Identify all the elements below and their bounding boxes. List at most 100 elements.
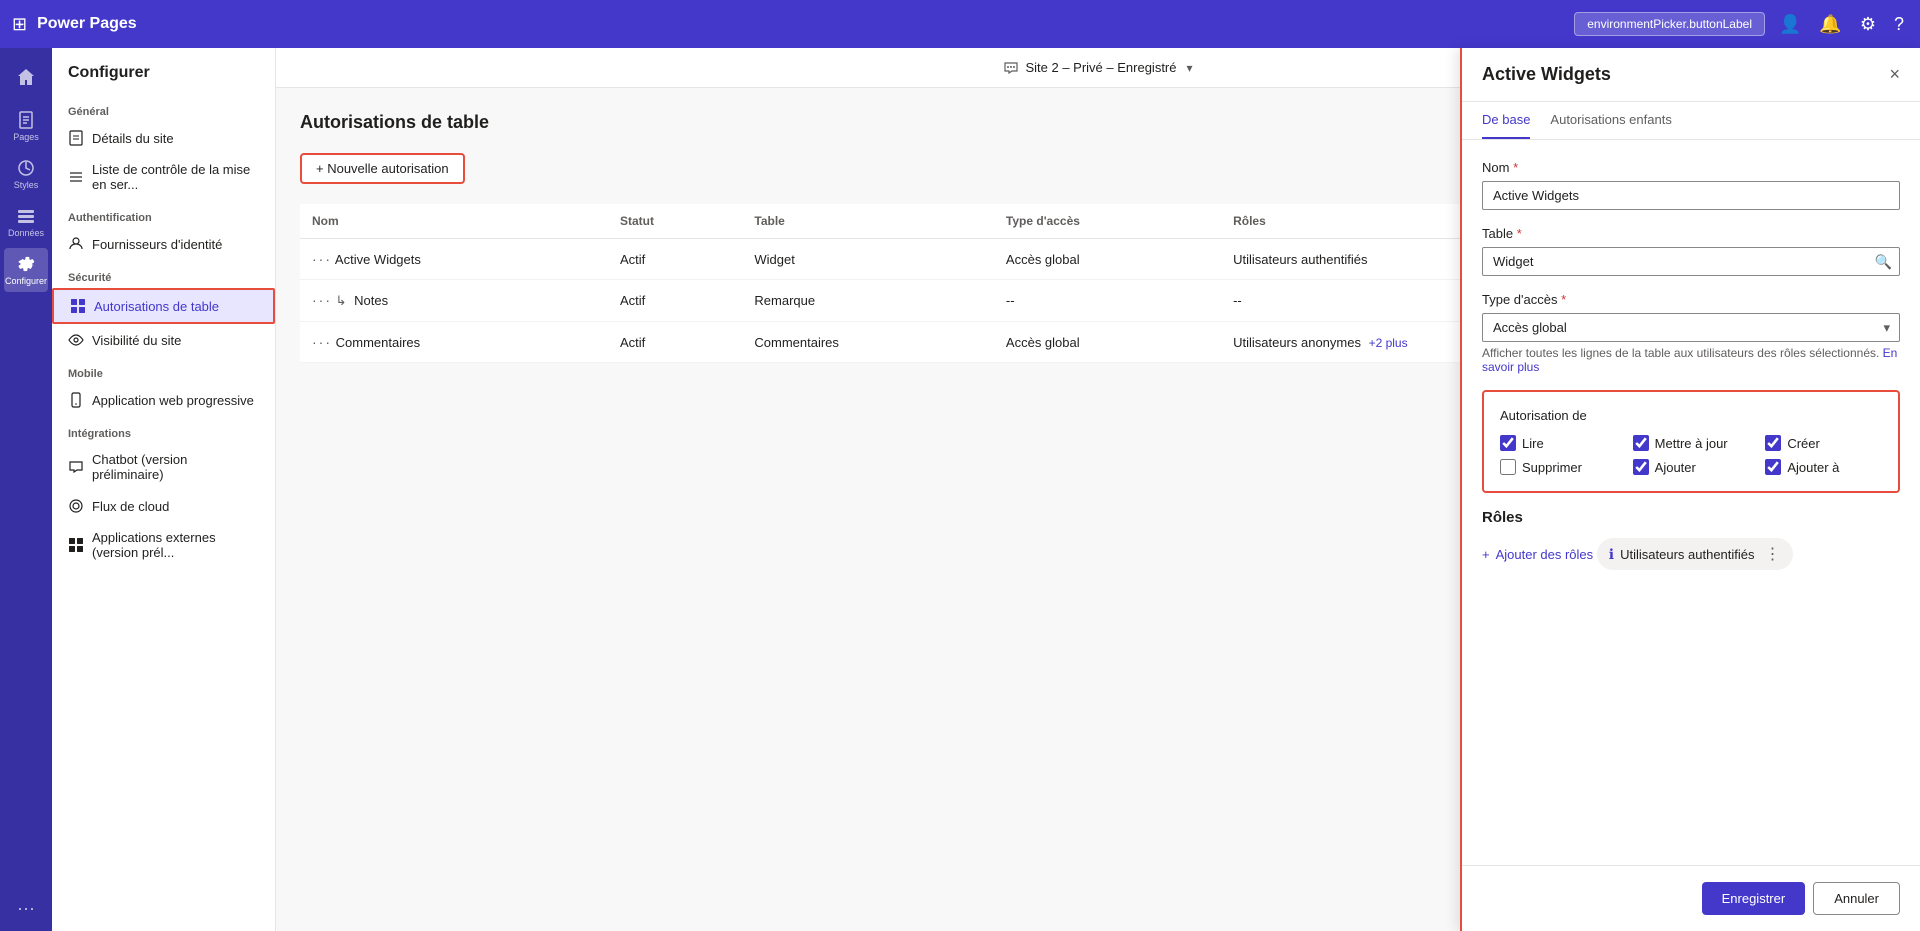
required-star: *	[1513, 160, 1518, 175]
panel-title: Active Widgets	[1482, 64, 1611, 85]
sidebar-item-details[interactable]: Détails du site	[52, 122, 275, 154]
autorisation-section: Autorisation de Lire Mettre à jour Créer…	[1482, 390, 1900, 493]
roles-title: Rôles	[1482, 509, 1900, 526]
panel-header: Active Widgets ×	[1462, 48, 1920, 102]
field-nom: Nom *	[1482, 160, 1900, 210]
role-info-icon: ℹ	[1609, 546, 1614, 563]
nav-pages[interactable]: Pages	[4, 104, 48, 148]
row-type-acces: Accès global	[994, 239, 1221, 280]
ajouter-checkbox[interactable]	[1633, 459, 1649, 475]
col-table: Table	[742, 204, 994, 239]
roles-more[interactable]: +2 plus	[1369, 336, 1408, 350]
help-icon[interactable]: ?	[1890, 10, 1908, 39]
en-savoir-plus-link[interactable]: En savoir plus	[1482, 346, 1897, 374]
bell-icon[interactable]: 🔔	[1815, 10, 1845, 39]
sidebar-item-visibilite[interactable]: Visibilité du site	[52, 324, 275, 356]
sidebar-item-label: Détails du site	[92, 131, 174, 146]
sidebar-item-label: Autorisations de table	[94, 299, 219, 314]
plus-icon: +	[1482, 547, 1490, 562]
field-table-label: Table *	[1482, 226, 1900, 241]
save-button[interactable]: Enregistrer	[1702, 882, 1806, 915]
sidebar-item-flux[interactable]: Flux de cloud	[52, 490, 275, 522]
add-role-button[interactable]: + Ajouter des rôles	[1482, 547, 1593, 562]
sidebar-item-chatbot[interactable]: Chatbot (version préliminaire)	[52, 444, 275, 490]
sidebar-item-label: Visibilité du site	[92, 333, 181, 348]
apps-icon[interactable]: ⊞	[12, 14, 27, 35]
row-more[interactable]: ···	[312, 292, 332, 308]
table-input[interactable]	[1482, 247, 1900, 276]
row-more[interactable]: ···	[312, 251, 332, 267]
sidebar-item-external[interactable]: Applications externes (version prél...	[52, 522, 275, 568]
col-nom: Nom	[300, 204, 608, 239]
panel-body: Nom * Table * 🔍 Type d'accès * Accès glo…	[1462, 140, 1920, 865]
nom-input[interactable]	[1482, 181, 1900, 210]
row-nom: ··· Active Widgets	[300, 239, 608, 280]
sidebar-item-label: Applications externes (version prél...	[92, 530, 259, 560]
row-nom: ··· ↳ Notes	[300, 280, 608, 322]
mettre-a-jour-checkbox[interactable]	[1633, 435, 1649, 451]
new-authorization-button[interactable]: + Nouvelle autorisation	[300, 153, 465, 184]
ajouter-a-checkbox[interactable]	[1765, 459, 1781, 475]
checkbox-lire: Lire	[1500, 435, 1617, 451]
cancel-button[interactable]: Annuler	[1813, 882, 1900, 915]
sidebar-item-liste[interactable]: Liste de contrôle de la mise en ser...	[52, 154, 275, 200]
section-auth: Authentification	[52, 200, 275, 228]
creer-label: Créer	[1787, 436, 1820, 451]
person-icon[interactable]: 👤	[1775, 10, 1805, 39]
field-table: Table * 🔍	[1482, 226, 1900, 276]
row-type-acces: --	[994, 280, 1221, 322]
creer-checkbox[interactable]	[1765, 435, 1781, 451]
nav-styles[interactable]: Styles	[4, 152, 48, 196]
sidebar-item-label: Chatbot (version préliminaire)	[92, 452, 259, 482]
row-more[interactable]: ···	[312, 334, 332, 350]
section-securite: Sécurité	[52, 260, 275, 288]
type-acces-hint: Afficher toutes les lignes de la table a…	[1482, 346, 1900, 374]
sidebar-item-fournisseurs[interactable]: Fournisseurs d'identité	[52, 228, 275, 260]
row-nom: ··· Commentaires	[300, 322, 608, 363]
site-label: Site 2 – Privé – Enregistré	[1025, 60, 1176, 75]
checkbox-creer: Créer	[1765, 435, 1882, 451]
checkbox-grid: Lire Mettre à jour Créer Supprimer Ajout…	[1500, 435, 1882, 475]
supprimer-checkbox[interactable]	[1500, 459, 1516, 475]
sidebar-item-label: Fournisseurs d'identité	[92, 237, 222, 252]
sidebar-item-label: Flux de cloud	[92, 499, 169, 514]
checkbox-ajouter: Ajouter	[1633, 459, 1750, 475]
supprimer-label: Supprimer	[1522, 460, 1582, 475]
panel-tabs: De base Autorisations enfants	[1462, 102, 1920, 140]
settings-icon[interactable]: ⚙	[1856, 10, 1880, 39]
site-dropdown[interactable]: ▾	[1187, 61, 1193, 75]
lire-checkbox[interactable]	[1500, 435, 1516, 451]
sidebar-item-autorisations[interactable]: Autorisations de table	[52, 288, 275, 324]
panel-footer: Enregistrer Annuler	[1462, 865, 1920, 931]
type-acces-wrapper: Accès global	[1482, 313, 1900, 342]
nav-more[interactable]: ···	[17, 898, 35, 919]
section-mobile: Mobile	[52, 356, 275, 384]
mettre-a-jour-label: Mettre à jour	[1655, 436, 1728, 451]
role-label: Utilisateurs authentifiés	[1620, 547, 1754, 562]
nav-configurer[interactable]: Configurer	[4, 248, 48, 292]
sidebar-item-pwa[interactable]: Application web progressive	[52, 384, 275, 416]
panel-close-button[interactable]: ×	[1889, 64, 1900, 85]
checkbox-ajouter-a: Ajouter à	[1765, 459, 1882, 475]
role-more-button[interactable]: ⋮	[1765, 544, 1781, 564]
autorisation-title: Autorisation de	[1500, 408, 1882, 423]
nav-donnees[interactable]: Données	[4, 200, 48, 244]
required-star: *	[1517, 226, 1522, 241]
add-role-label: Ajouter des rôles	[1496, 547, 1594, 562]
icon-nav: Pages Styles Données Configurer ···	[0, 48, 52, 931]
tab-de-base[interactable]: De base	[1482, 102, 1530, 139]
environment-picker[interactable]: environmentPicker.buttonLabel	[1574, 12, 1765, 36]
tab-autorisations-enfants[interactable]: Autorisations enfants	[1550, 102, 1671, 139]
nav-home[interactable]	[4, 56, 48, 100]
type-acces-select[interactable]: Accès global	[1482, 313, 1900, 342]
ajouter-label: Ajouter	[1655, 460, 1696, 475]
search-icon: 🔍	[1875, 253, 1892, 270]
child-icon: ↳	[336, 293, 347, 308]
row-table: Commentaires	[742, 322, 994, 363]
field-nom-label: Nom *	[1482, 160, 1900, 175]
row-table: Remarque	[742, 280, 994, 322]
checkbox-supprimer: Supprimer	[1500, 459, 1617, 475]
row-table: Widget	[742, 239, 994, 280]
roles-section: Rôles + Ajouter des rôles ℹ Utilisateurs…	[1482, 509, 1900, 574]
app-title: Power Pages	[37, 15, 137, 33]
